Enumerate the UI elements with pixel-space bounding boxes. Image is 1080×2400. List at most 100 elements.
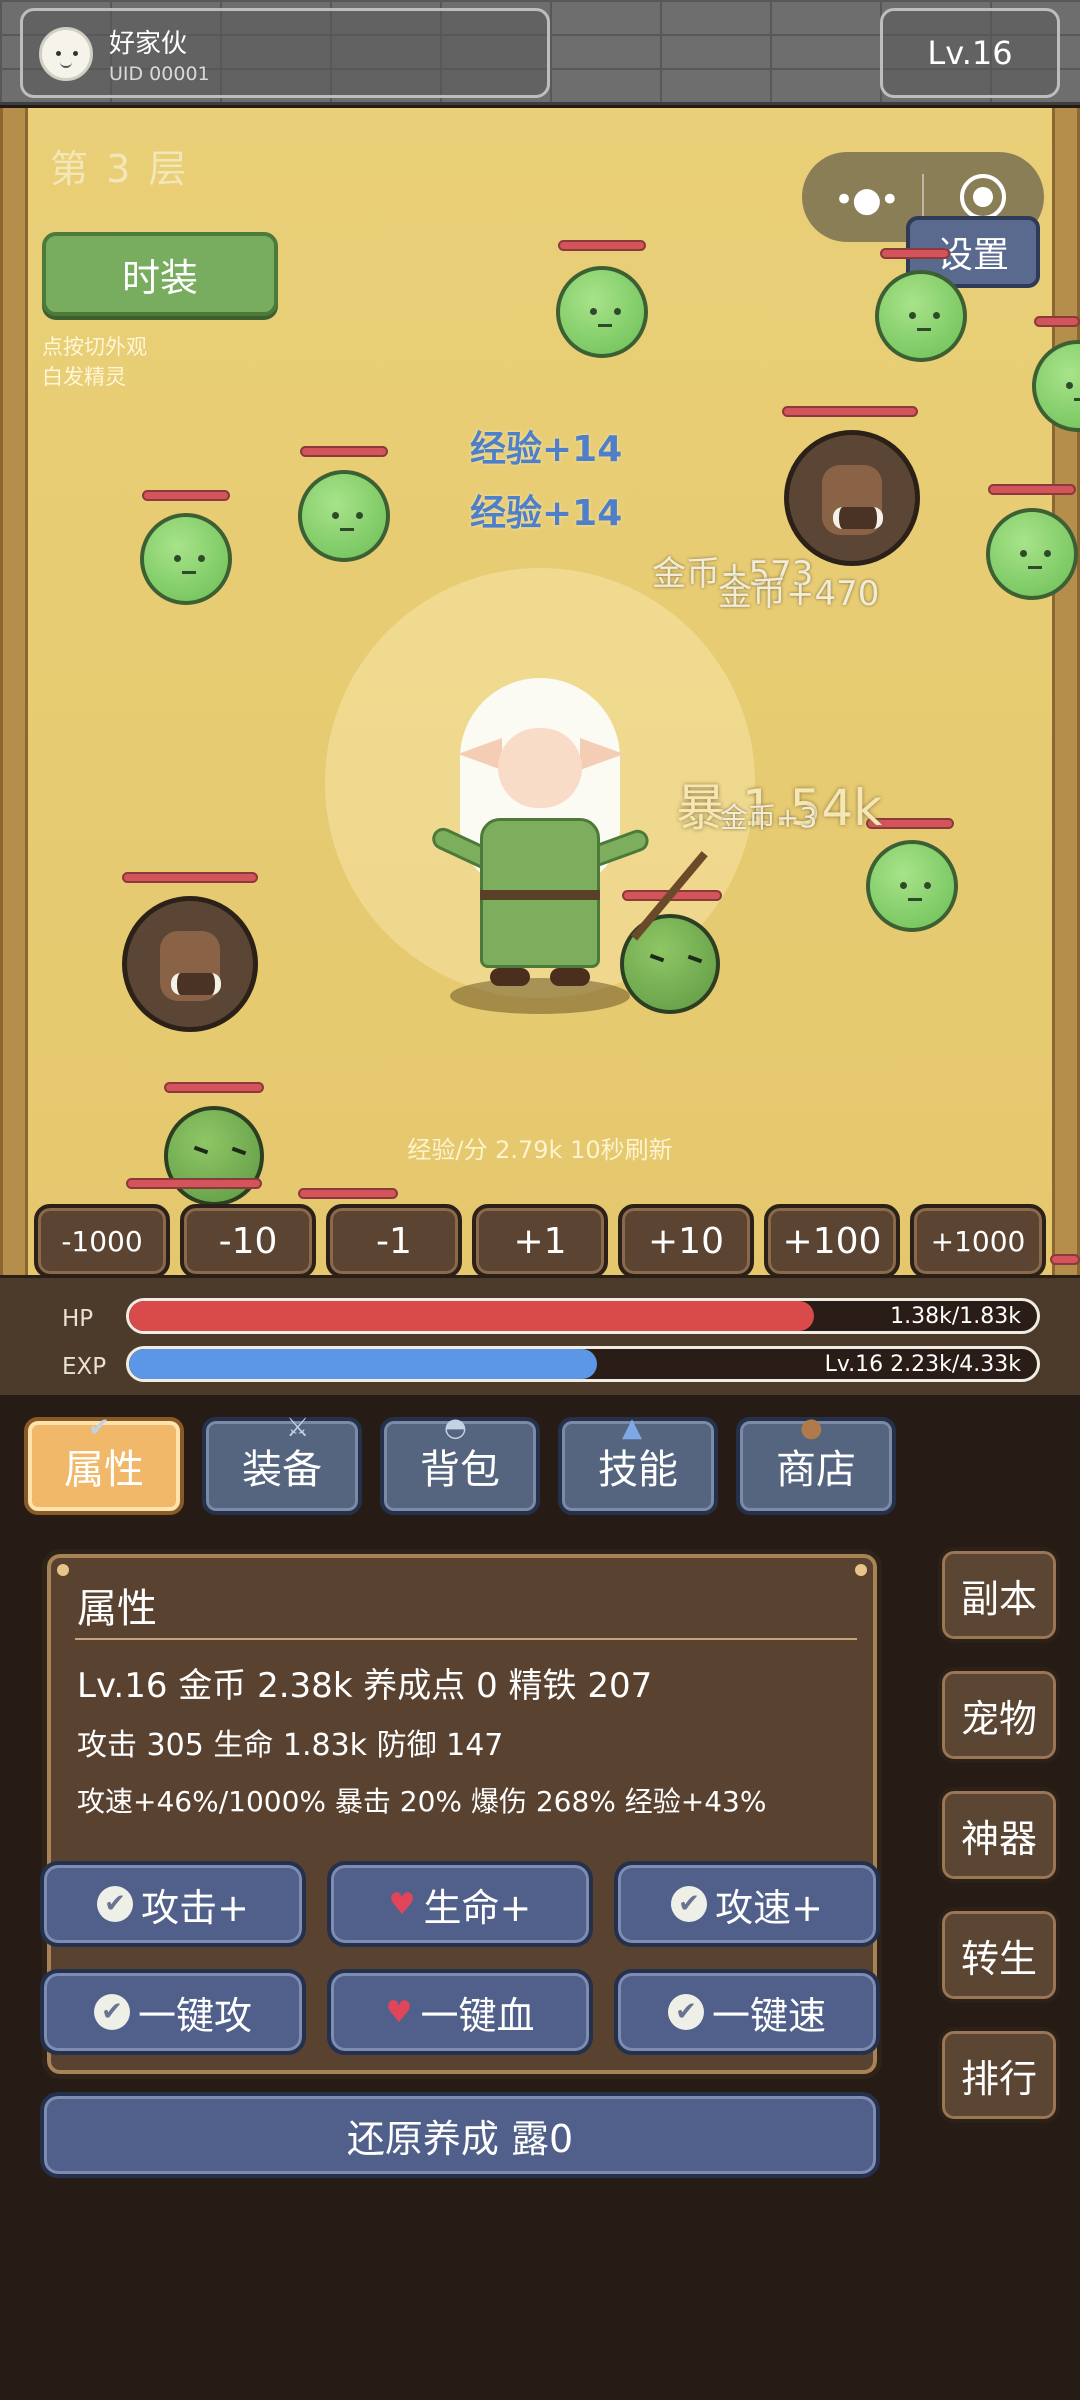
hero-ear [580, 738, 624, 770]
hp-value: 1.38k/1.83k [890, 1304, 1021, 1329]
enemy-hp-bar [126, 1178, 262, 1189]
floor-minus-1-button[interactable]: -1 [326, 1204, 462, 1278]
boar-enemy [122, 896, 258, 1032]
enemy-hp-bar [164, 1082, 264, 1093]
floor-minus-10-button[interactable]: -10 [180, 1204, 316, 1278]
status-bars: HP 1.38k/1.83k EXP Lv.16 2.23k/4.33k [0, 1275, 1080, 1395]
tab-backpack[interactable]: ◓ 背包 [380, 1413, 540, 1515]
attribute-line-stats: 攻击 305 生命 1.83k 防御 147 [77, 1728, 504, 1763]
attribute-line-resources: Lv.16 金币 2.38k 养成点 0 精铁 207 [77, 1666, 653, 1706]
hp-plus-button[interactable]: ♥ 生命+ [327, 1861, 593, 1947]
check-icon: ✔ [97, 1886, 134, 1922]
pot-icon: ● [800, 1413, 823, 1443]
player-name: 好家伙 [109, 29, 188, 59]
skin-hint-line: 点按切外观 [42, 335, 147, 359]
left-wall [0, 108, 28, 1288]
exp-bar: Lv.16 2.23k/4.33k [126, 1346, 1040, 1382]
enemy-hp-bar [300, 446, 388, 457]
attribute-line-bonuses: 攻速+46%/1000% 暴击 20% 爆伤 268% 经验+43% [77, 1785, 767, 1818]
skin-name: 白发精灵 [42, 365, 126, 389]
heart-icon: ♥ [388, 1886, 416, 1922]
side-dungeon-button[interactable]: 副本 [938, 1547, 1060, 1643]
hero-shoe [490, 968, 530, 986]
check-icon: ✔ [667, 1994, 704, 2030]
top-header: 好家伙 UID 00001 Lv.16 [0, 0, 1080, 105]
slime-enemy [875, 270, 967, 362]
attack-plus-button[interactable]: ✔ 攻击+ [40, 1861, 306, 1947]
exp-bar-fill [129, 1349, 597, 1379]
floor-plus-100-button[interactable]: +100 [764, 1204, 900, 1278]
tab-attributes[interactable]: ✔ 属性 [24, 1413, 184, 1515]
heart-icon: ♥ [385, 1994, 413, 2030]
enemy-hp-bar [1050, 1254, 1080, 1265]
hero-shoe [550, 968, 590, 986]
player-character [428, 658, 708, 1018]
speed-plus-button[interactable]: ✔ 攻速+ [614, 1861, 880, 1947]
sword-icon: ⚔ [286, 1413, 310, 1443]
floor-plus-10-button[interactable]: +10 [618, 1204, 754, 1278]
hp-label: HP [62, 1306, 94, 1332]
check-icon: ✔ [93, 1994, 130, 2030]
slime-enemy [140, 513, 232, 605]
tab-equipment[interactable]: ⚔ 装备 [202, 1413, 362, 1515]
floor-label: 第 3 层 [50, 147, 190, 191]
battle-field: 第 3 层 时装 点按切外观 白发精灵 •●• 设置 经验+14 经验+14 金… [0, 108, 1080, 1288]
tab-skills[interactable]: ▲ 技能 [558, 1413, 718, 1515]
tab-label: 背包 [420, 1447, 500, 1493]
enemy-hp-bar [558, 240, 646, 251]
skin-button[interactable]: 时装 [42, 232, 278, 316]
side-rebirth-button[interactable]: 转生 [938, 1907, 1060, 2003]
button-label: 一键速 [711, 1993, 826, 2038]
slime-enemy [556, 266, 648, 358]
side-pet-button[interactable]: 宠物 [938, 1667, 1060, 1763]
attribute-divider [75, 1638, 857, 1640]
bottom-panel: ✔ 属性 ⚔ 装备 ◓ 背包 ▲ 技能 ● 商店 属性 Lv.16 金币 2.3… [0, 1395, 1080, 2400]
enemy-hp-bar [298, 1188, 398, 1199]
enemy-hp-bar [122, 872, 258, 883]
slime-enemy [986, 508, 1078, 600]
side-artifact-button[interactable]: 神器 [938, 1787, 1060, 1883]
enemy-hp-bar [1034, 316, 1080, 327]
panel-stud [855, 1564, 867, 1576]
reset-training-button[interactable]: 还原养成 露0 [40, 2092, 880, 2178]
bag-icon: ◓ [444, 1413, 467, 1443]
player-card[interactable]: 好家伙 UID 00001 [20, 8, 550, 98]
exp-value: Lv.16 2.23k/4.33k [824, 1352, 1021, 1377]
hp-bar: 1.38k/1.83k [126, 1298, 1040, 1334]
exp-label: EXP [62, 1354, 107, 1380]
floor-minus-1000-button[interactable]: -1000 [34, 1204, 170, 1278]
player-level: Lv.16 [880, 8, 1060, 98]
attribute-title: 属性 [77, 1586, 157, 1632]
tab-label: 技能 [598, 1447, 678, 1493]
side-ranking-button[interactable]: 排行 [938, 2027, 1060, 2123]
button-label: 一键血 [420, 1993, 535, 2038]
more-icon[interactable]: •●• [834, 180, 900, 220]
one-click-speed-button[interactable]: ✔ 一键速 [614, 1969, 880, 2055]
tab-label: 商店 [776, 1447, 856, 1493]
avatar[interactable] [39, 27, 93, 81]
slime-enemy [298, 470, 390, 562]
hero-shadow [450, 978, 630, 1014]
close-target-icon[interactable] [960, 174, 1006, 220]
player-uid: UID 00001 [109, 63, 210, 85]
one-click-attack-button[interactable]: ✔ 一键攻 [40, 1969, 306, 2055]
panel-stud [57, 1564, 69, 1576]
hp-bar-fill [129, 1301, 814, 1331]
one-click-hp-button[interactable]: ♥ 一键血 [327, 1969, 593, 2055]
enemy-hp-bar [880, 248, 950, 259]
tab-label: 属性 [64, 1447, 144, 1493]
capsule-divider [922, 174, 924, 220]
button-label: 攻速+ [715, 1885, 823, 1930]
skin-hint: 点按切外观 白发精灵 [42, 332, 147, 392]
tab-shop[interactable]: ● 商店 [736, 1413, 896, 1515]
hero-face [498, 728, 582, 808]
floor-plus-1000-button[interactable]: +1000 [910, 1204, 1046, 1278]
game-screen: 好家伙 UID 00001 Lv.16 第 3 层 时装 点按切外观 白发精灵 … [0, 0, 1080, 2400]
button-label: 一键攻 [137, 1993, 252, 2038]
check-icon: ✔ [671, 1886, 708, 1922]
enemy-hp-bar [142, 490, 230, 501]
floating-gold-text: 金币+470 [718, 574, 880, 614]
tab-label: 装备 [242, 1447, 322, 1493]
button-label: 生命+ [423, 1885, 532, 1930]
floor-plus-1-button[interactable]: +1 [472, 1204, 608, 1278]
